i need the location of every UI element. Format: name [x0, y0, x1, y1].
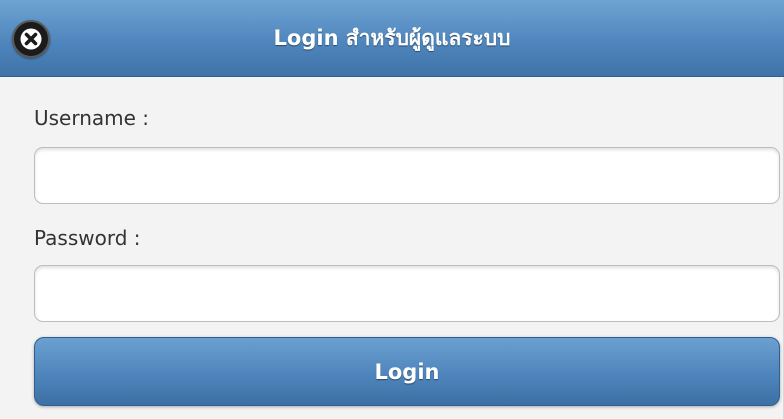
username-label: Username :: [34, 106, 150, 130]
login-button[interactable]: Login: [34, 337, 780, 406]
dialog-title: Login สำหรับผู้ดูแลระบบ: [273, 26, 511, 50]
username-input[interactable]: [34, 147, 780, 204]
login-dialog: Login สำหรับผู้ดูแลระบบ Username : Passw…: [0, 0, 784, 419]
dialog-header: Login สำหรับผู้ดูแลระบบ: [0, 0, 784, 77]
password-label: Password :: [34, 226, 141, 250]
password-input[interactable]: [34, 265, 780, 322]
